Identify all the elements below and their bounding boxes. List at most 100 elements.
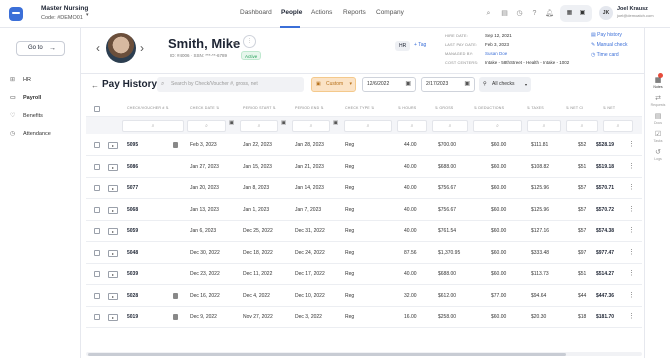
employee-actions-button[interactable]: ⋮	[243, 35, 256, 48]
table-row[interactable]	[86, 264, 642, 285]
check-stub-icon[interactable]: ▸	[108, 249, 118, 257]
filter-check-number[interactable]: ⌕	[122, 120, 184, 132]
filter-check-date[interactable]: ⌕	[187, 120, 226, 132]
check-stub-icon[interactable]: ▸	[108, 185, 118, 192]
cell-num[interactable]: 5039	[127, 271, 138, 277]
goto-button[interactable]: Go to →	[16, 41, 65, 56]
row-checkbox[interactable]	[94, 228, 100, 234]
filter-net-ci[interactable]: ⌕	[566, 120, 598, 132]
row-checkbox[interactable]	[94, 185, 100, 191]
filter-period-start[interactable]: ⌕	[240, 120, 278, 132]
attachment-icon[interactable]	[173, 142, 178, 148]
row-checkbox[interactable]	[94, 163, 100, 170]
filter-net[interactable]: ⌕	[603, 120, 633, 132]
row-menu-icon[interactable]: ⋮	[628, 291, 635, 299]
check-stub-icon[interactable]: ▸	[108, 142, 118, 149]
sidebar-item-hr[interactable]: ⊞ HR	[10, 76, 31, 83]
sidebar-item-payroll[interactable]: ▭ Payroll	[10, 94, 41, 101]
chevron-right-icon[interactable]: ›	[140, 41, 144, 55]
check-stub-icon[interactable]: ▸	[108, 292, 118, 300]
checks-filter-select[interactable]: ⚲ All checks ▾	[479, 77, 531, 92]
table-row[interactable]	[86, 157, 642, 178]
nav-people[interactable]: People	[281, 9, 302, 16]
row-menu-icon[interactable]: ⋮	[628, 312, 635, 320]
check-stub-icon[interactable]: ▸	[108, 206, 118, 214]
pay-history-link[interactable]: ▤ Pay history	[591, 32, 622, 38]
manual-check-link[interactable]: ✎ Manual check	[591, 42, 627, 48]
chevron-down-icon[interactable]: ▾	[233, 40, 236, 47]
table-row[interactable]	[86, 200, 642, 221]
arrow-left-icon[interactable]: ←	[91, 81, 99, 90]
cell-num[interactable]: 5068	[127, 207, 138, 213]
date-range-select[interactable]: ▣ Custom ▾	[311, 77, 356, 92]
rail-notes[interactable]: ▦ Notes	[645, 76, 670, 89]
calendar-icon[interactable]: ▣	[578, 9, 587, 18]
nav-reports[interactable]: Reports	[343, 9, 366, 16]
column-header[interactable]: ⇅ GROSS	[435, 106, 453, 110]
rail-requests[interactable]: ⇄ Requests	[645, 94, 670, 107]
row-menu-icon[interactable]: ⋮	[628, 248, 635, 256]
column-header[interactable]: ⇅ DEDUCTIONS	[474, 106, 504, 110]
check-stub-icon[interactable]: ▸	[108, 314, 118, 321]
filter-deductions[interactable]: ⌕	[473, 120, 522, 132]
calendar-icon[interactable]: ▣	[333, 120, 338, 126]
nav-company[interactable]: Company	[376, 9, 404, 16]
sidebar-item-benefits[interactable]: ♡ Benefits	[10, 112, 43, 119]
cell-num[interactable]: 5028	[127, 293, 138, 299]
rail-docs[interactable]: ▤ Docs	[645, 112, 670, 125]
bell-icon[interactable]: 🔔︎	[545, 9, 554, 18]
filter-period-end[interactable]: ⌕	[292, 120, 330, 132]
table-row[interactable]	[86, 307, 642, 328]
managed-by-value[interactable]: Susan Doe	[485, 51, 507, 56]
row-checkbox[interactable]	[94, 292, 100, 299]
check-stub-icon[interactable]: ▸	[108, 228, 118, 235]
cell-num[interactable]: 5059	[127, 228, 138, 234]
filter-taxes[interactable]: ⌕	[527, 120, 561, 132]
check-stub-icon[interactable]: ▸	[108, 163, 118, 171]
add-tag-link[interactable]: + Tag	[414, 42, 426, 48]
time-card-link[interactable]: ◷ Time card	[591, 52, 619, 58]
column-header[interactable]: PERIOD END ⇅	[295, 106, 324, 110]
date-from-input[interactable]: 12/6/2022 ▣	[362, 77, 416, 92]
check-stub-icon[interactable]: ▸	[108, 271, 118, 278]
row-checkbox[interactable]	[94, 206, 100, 213]
document-icon[interactable]: ▤	[500, 9, 509, 18]
column-header[interactable]: CHECK DATE ⇅	[190, 106, 219, 110]
select-all-checkbox[interactable]	[94, 106, 100, 112]
row-menu-icon[interactable]: ⋮	[628, 205, 635, 213]
search-icon[interactable]: ⌕	[484, 9, 493, 18]
grid-icon[interactable]: ▦	[565, 9, 574, 18]
search-input[interactable]: ⌕ Search by Check/Voucher #, gross, net	[157, 77, 304, 92]
chevron-left-icon[interactable]: ‹	[96, 41, 100, 55]
chevron-down-icon[interactable]: ▾	[86, 12, 89, 18]
table-row[interactable]	[86, 286, 642, 307]
table-row[interactable]	[86, 135, 642, 156]
column-header[interactable]: ⇅ NET	[603, 106, 615, 110]
row-menu-icon[interactable]: ⋮	[628, 269, 635, 277]
row-menu-icon[interactable]: ⋮	[628, 183, 635, 191]
table-row[interactable]	[86, 243, 642, 264]
row-checkbox[interactable]	[94, 314, 100, 320]
filter-gross[interactable]: ⌕	[432, 120, 468, 132]
row-checkbox[interactable]	[94, 249, 100, 256]
app-logo[interactable]	[9, 7, 23, 21]
attachment-icon[interactable]	[173, 292, 178, 299]
filter-hours[interactable]: ⌕	[397, 120, 427, 132]
row-menu-icon[interactable]: ⋮	[628, 140, 635, 148]
column-header[interactable]: ⇅ NET CI	[566, 106, 583, 110]
calendar-icon[interactable]: ▣	[281, 120, 286, 126]
column-header[interactable]: CHECK/VOUCHER # ⇅	[127, 106, 169, 110]
row-checkbox[interactable]	[94, 142, 100, 148]
attachment-icon[interactable]	[173, 314, 178, 320]
cell-num[interactable]: 5095	[127, 142, 138, 148]
help-icon[interactable]: ?	[530, 9, 539, 18]
user-avatar[interactable]: JK	[599, 6, 613, 20]
nav-actions[interactable]: Actions	[311, 9, 332, 16]
table-row[interactable]	[86, 221, 642, 242]
column-header[interactable]: CHECK TYPE ⇅	[345, 106, 374, 110]
cell-num[interactable]: 5077	[127, 185, 138, 191]
filter-check-type[interactable]: ⌕	[344, 120, 392, 132]
column-header[interactable]: ⇅ HOURS	[398, 106, 416, 110]
cell-num[interactable]: 5086	[127, 164, 138, 170]
company-name[interactable]: Master Nursing	[41, 5, 88, 12]
